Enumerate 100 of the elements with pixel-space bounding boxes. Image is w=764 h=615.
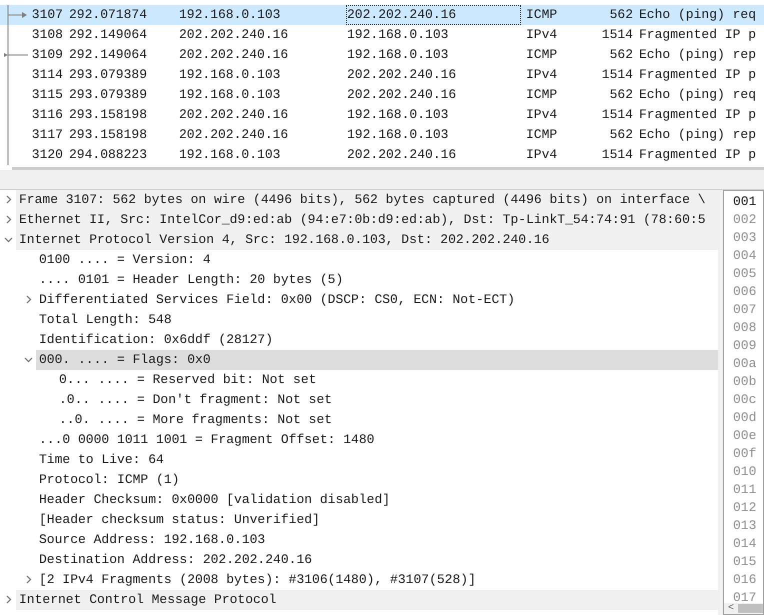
packet-row[interactable]: 3117 293.158198 202.202.240.16 192.168.0.103 ICMP 562 Echo (ping) rep — [0, 125, 764, 145]
packet-number: 3114 — [30, 66, 63, 84]
hex-offset: 005 — [733, 265, 758, 283]
packet-length: 1514 — [600, 106, 633, 124]
tree-item[interactable]: .... 0101 = Header Length: 20 bytes (5) — [36, 270, 718, 290]
packet-info: Echo (ping) req — [638, 6, 756, 24]
packet-protocol: ICMP — [526, 6, 558, 24]
packet-destination: 202.202.240.16 — [346, 5, 521, 25]
hex-offset: 00f — [733, 445, 758, 463]
hex-offset: 014 — [733, 535, 758, 553]
packet-destination: 202.202.240.16 — [346, 66, 458, 84]
packet-number: 3117 — [30, 126, 63, 144]
packet-row[interactable]: 3109 292.149064 202.202.240.16 192.168.0.103 ICMP 562 Echo (ping) rep — [0, 45, 764, 65]
tree-item[interactable]: 000. .... = Flags: 0x0 — [36, 350, 718, 370]
tree-item[interactable]: ..0. .... = More fragments: Not set — [56, 410, 718, 430]
tree-item[interactable]: Protocol: ICMP (1) — [36, 470, 718, 490]
packet-time: 293.158198 — [68, 126, 148, 144]
packet-source: 192.168.0.103 — [179, 66, 282, 84]
tree-item[interactable]: Frame 3107: 562 bytes on wire (4496 bits), 562 bytes captured (4496 bits) on interface \ — [16, 190, 718, 210]
packet-row[interactable]: 3114 293.079389 192.168.0.103 202.202.240.16 IPv4 1514 Fragmented IP p — [0, 65, 764, 85]
hex-offset: 00a — [733, 355, 758, 373]
packet-info: Fragmented IP p — [638, 26, 756, 44]
packet-protocol: IPv4 — [526, 146, 558, 164]
packet-source: 192.168.0.103 — [179, 86, 282, 104]
hex-offset: 003 — [733, 229, 758, 247]
packet-row[interactable]: 3107 292.071874 192.168.0.103 202.202.240.16 ICMP 562 Echo (ping) req — [0, 5, 764, 25]
tree-item[interactable]: Internet Protocol Version 4, Src: 192.168.0.103, Dst: 202.202.240.16 — [16, 230, 718, 250]
collapsed-chevron-icon[interactable] — [24, 295, 33, 304]
packet-number: 3115 — [30, 86, 63, 104]
packet-time: 293.079389 — [68, 66, 148, 84]
packet-source: 202.202.240.16 — [179, 126, 290, 144]
packet-source: 192.168.0.103 — [179, 6, 282, 24]
packet-protocol: ICMP — [526, 86, 558, 104]
hex-offset: 006 — [733, 283, 758, 301]
hex-offset: 001 — [733, 193, 758, 211]
packet-protocol: IPv4 — [526, 66, 558, 84]
scrollbar-thumb[interactable] — [738, 604, 763, 613]
collapsed-chevron-icon[interactable] — [4, 195, 13, 204]
hex-offset: 011 — [733, 481, 758, 499]
packet-length: 562 — [608, 6, 633, 24]
packet-row[interactable]: 3116 293.158198 202.202.240.16 192.168.0.103 IPv4 1514 Fragmented IP p — [0, 105, 764, 125]
packet-info: Echo (ping) rep — [638, 46, 756, 64]
hex-offset: 010 — [733, 463, 758, 481]
packet-protocol: ICMP — [526, 126, 558, 144]
tree-item[interactable]: Differentiated Services Field: 0x00 (DSCP: CS0, ECN: Not-ECT) — [36, 290, 718, 310]
collapsed-chevron-icon[interactable] — [24, 575, 33, 584]
hex-offset: 017 — [733, 589, 758, 603]
packet-length: 1514 — [600, 66, 633, 84]
hex-offset: 00b — [733, 373, 758, 391]
tree-item[interactable]: Source Address: 192.168.0.103 — [36, 530, 718, 550]
packet-length: 1514 — [600, 26, 633, 44]
tree-item[interactable]: Destination Address: 202.202.240.16 — [36, 550, 718, 570]
packet-time: 293.158198 — [68, 106, 148, 124]
packet-destination: 192.168.0.103 — [346, 126, 450, 144]
tree-item[interactable]: Time to Live: 64 — [36, 450, 718, 470]
packet-row[interactable]: 3115 293.079389 192.168.0.103 202.202.240.16 ICMP 562 Echo (ping) req — [0, 85, 764, 105]
tree-item[interactable]: ...0 0000 1011 1001 = Fragment Offset: 1480 — [36, 430, 718, 450]
tree-item[interactable]: .0.. .... = Don't fragment: Not set — [56, 390, 718, 410]
hex-offset: 007 — [733, 301, 758, 319]
packet-destination: 192.168.0.103 — [346, 26, 450, 44]
packet-info: Fragmented IP p — [638, 106, 756, 124]
expanded-chevron-icon[interactable] — [24, 355, 33, 364]
packet-protocol: IPv4 — [526, 106, 558, 124]
hex-offset: 015 — [733, 553, 758, 571]
packet-length: 562 — [608, 86, 633, 104]
packet-row[interactable]: 3108 292.149064 202.202.240.16 192.168.0.103 IPv4 1514 Fragmented IP p — [0, 25, 764, 45]
tree-item[interactable]: Total Length: 548 — [36, 310, 718, 330]
collapsed-chevron-icon[interactable] — [4, 215, 13, 224]
tree-item[interactable]: [2 IPv4 Fragments (2008 bytes): #3106(1480), #3107(528)] — [36, 570, 718, 590]
packet-length: 562 — [608, 46, 633, 64]
packet-source: 202.202.240.16 — [179, 26, 290, 44]
tree-item[interactable]: Header Checksum: 0x0000 [validation disabled] — [36, 490, 718, 510]
packet-length: 562 — [608, 126, 633, 144]
packet-source: 192.168.0.103 — [179, 146, 282, 164]
tree-item[interactable]: Internet Control Message Protocol — [16, 590, 718, 610]
packet-row[interactable]: 3120 294.088223 192.168.0.103 202.202.240.16 IPv4 1514 Fragmented IP p — [0, 145, 764, 165]
hex-offset: 008 — [733, 319, 758, 337]
tree-item[interactable]: 0... .... = Reserved bit: Not set — [56, 370, 718, 390]
hex-offset: 002 — [733, 211, 758, 229]
packet-time: 292.071874 — [68, 6, 148, 24]
tree-item[interactable]: Identification: 0x6ddf (28127) — [36, 330, 718, 350]
packet-length: 1514 — [600, 146, 633, 164]
packet-info: Echo (ping) req — [638, 86, 756, 104]
packet-destination: 202.202.240.16 — [346, 86, 458, 104]
tree-item[interactable]: Ethernet II, Src: IntelCor_d9:ed:ab (94:e7:0b:d9:ed:ab), Dst: Tp-LinkT_54:74:91 (78:60:5 — [16, 210, 718, 230]
collapsed-chevron-icon[interactable] — [4, 595, 13, 604]
tree-item[interactable]: [Header checksum status: Unverified] — [36, 510, 718, 530]
tree-item[interactable]: 0100 .... = Version: 4 — [36, 250, 718, 270]
expanded-chevron-icon[interactable] — [4, 235, 13, 244]
packet-destination: 202.202.240.16 — [346, 146, 458, 164]
packet-number: 3116 — [30, 106, 63, 124]
packet-number: 3109 — [30, 46, 63, 64]
hex-offset: 00d — [733, 409, 758, 427]
packet-destination: 192.168.0.103 — [346, 106, 450, 124]
packet-source: 202.202.240.16 — [179, 46, 290, 64]
hex-offset: 00e — [733, 427, 758, 445]
hex-offset: 012 — [733, 499, 758, 517]
hex-offset: 013 — [733, 517, 758, 535]
hex-offset: 004 — [733, 247, 758, 265]
packet-number: 3107 — [30, 6, 63, 24]
